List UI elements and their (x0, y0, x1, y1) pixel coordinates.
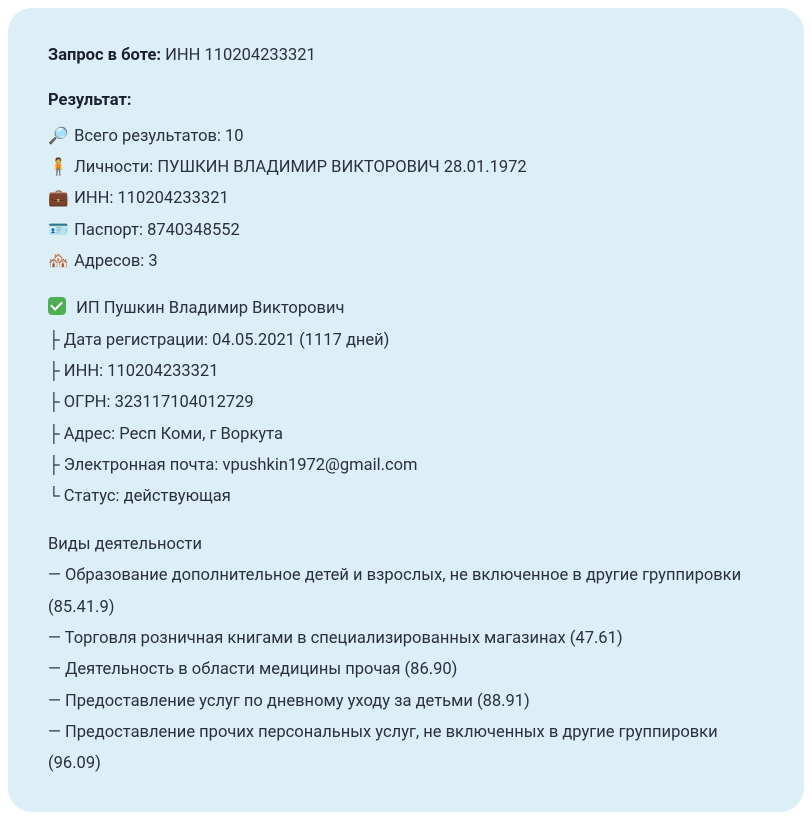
entity-address-label: Адрес: (64, 425, 115, 444)
summary-addresses-value: 3 (148, 252, 157, 271)
check-icon (48, 297, 66, 315)
activities-block: Виды деятельности Образование дополнител… (48, 529, 764, 780)
entity-email: Электронная почта: vpushkin1972@gmail.co… (48, 450, 764, 481)
entity-inn: ИНН: 110204233321 (48, 356, 764, 387)
summary-total-value: 10 (225, 127, 244, 146)
search-icon: 🔎 (48, 121, 68, 152)
summary-addresses-label: Адресов: (74, 252, 144, 271)
entity-status-label: Статус: (64, 487, 120, 506)
result-card: Запрос в боте: ИНН 110204233321 Результа… (8, 8, 804, 812)
summary-person-label: Личности: (74, 158, 153, 177)
summary-total: 🔎 Всего результатов: 10 (48, 121, 764, 152)
summary-total-label: Всего результатов: (74, 127, 221, 146)
reg-date-label: Дата регистрации: (64, 331, 208, 350)
summary-passport-label: Паспорт: (74, 221, 143, 240)
activity-item: Торговля розничная книгами в специализир… (48, 623, 764, 654)
summary-inn-value: 110204233321 (118, 189, 229, 208)
activity-item: Образование дополнительное детей и взрос… (48, 560, 764, 623)
summary-passport: 🪪 Паспорт: 8740348552 (48, 215, 764, 246)
result-title: Результат: (48, 85, 764, 116)
entity-block: ИП Пушкин Владимир Викторович Дата регис… (48, 293, 764, 512)
activity-item: Предоставление услуг по дневному уходу з… (48, 686, 764, 717)
entity-address-value: Респ Коми, г Воркута (119, 425, 283, 444)
query-label: Запрос в боте: (48, 46, 161, 65)
activity-item: Предоставление прочих персональных услуг… (48, 717, 764, 780)
activities-title: Виды деятельности (48, 529, 764, 560)
entity-status: Статус: действующая (48, 481, 764, 512)
houses-icon: 🏘️ (48, 246, 68, 277)
entity-name: ИП Пушкин Владимир Викторович (76, 299, 344, 318)
briefcase-icon: 💼 (48, 183, 68, 214)
entity-email-value: vpushkin1972@gmail.com (223, 456, 418, 475)
entity-inn-value: 110204233321 (107, 362, 218, 381)
summary-addresses: 🏘️ Адресов: 3 (48, 246, 764, 277)
summary-inn-label: ИНН: (74, 189, 113, 208)
query-value: ИНН 110204233321 (165, 46, 316, 65)
entity-reg-date: Дата регистрации: 04.05.2021 (1117 дней) (48, 325, 764, 356)
entity-address: Адрес: Респ Коми, г Воркута (48, 419, 764, 450)
entity-ogrn: ОГРН: 323117104012729 (48, 387, 764, 418)
summary-inn: 💼 ИНН: 110204233321 (48, 183, 764, 214)
query-header: Запрос в боте: ИНН 110204233321 (48, 40, 764, 71)
summary-person: 🧍 Личности: ПУШКИН ВЛАДИМИР ВИКТОРОВИЧ 2… (48, 152, 764, 183)
entity-ogrn-label: ОГРН: (64, 393, 111, 412)
entity-name-line: ИП Пушкин Владимир Викторович (48, 293, 764, 324)
entity-inn-label: ИНН: (64, 362, 103, 381)
entity-status-value: действующая (124, 487, 231, 506)
id-card-icon: 🪪 (48, 215, 68, 246)
summary-person-value: ПУШКИН ВЛАДИМИР ВИКТОРОВИЧ 28.01.1972 (157, 158, 526, 177)
person-icon: 🧍 (48, 152, 68, 183)
activity-item: Деятельность в области медицины прочая (… (48, 654, 764, 685)
reg-date-value: 04.05.2021 (1117 дней) (212, 331, 389, 350)
summary-passport-value: 8740348552 (147, 221, 240, 240)
entity-ogrn-value: 323117104012729 (115, 393, 254, 412)
entity-email-label: Электронная почта: (64, 456, 219, 475)
